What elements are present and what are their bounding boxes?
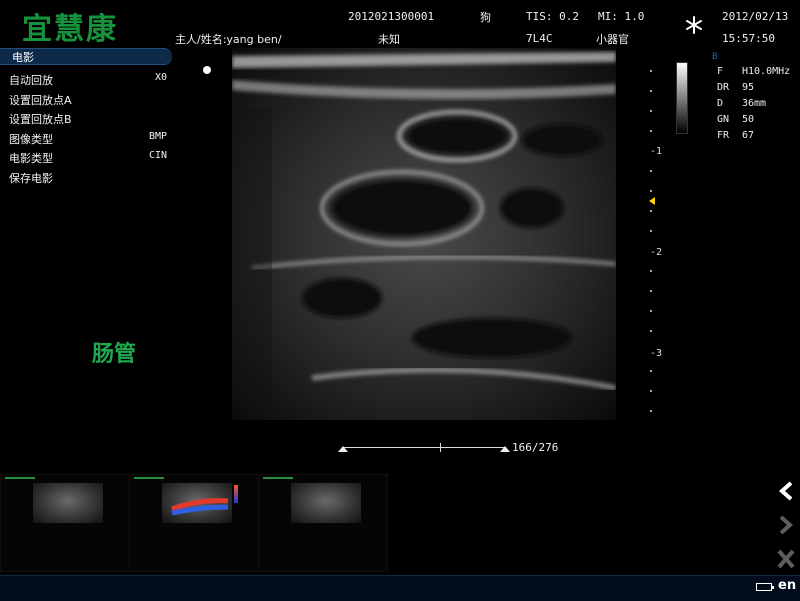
doppler-overlay — [171, 498, 229, 516]
cine-frame-counter: 166/276 — [512, 441, 559, 454]
menu-item-value: CIN — [148, 150, 167, 161]
menu-item-set-point-b[interactable]: 设置回放点B — [9, 111, 171, 131]
menu-item-label: 电影类型 — [9, 152, 53, 165]
thumbnail-header — [5, 477, 35, 479]
snowflake-icon[interactable] — [684, 15, 704, 35]
tis-readout: TIS: 0.2 — [526, 10, 579, 23]
menu-item-image-type[interactable]: 图像类型 BMP — [9, 131, 171, 151]
mode-label: B — [712, 52, 718, 62]
exam-preset[interactable]: 小器官 — [596, 31, 629, 47]
close-icon[interactable] — [774, 548, 798, 575]
gender-label: 未知 — [378, 33, 400, 46]
param-value: H10.0MHz — [742, 66, 791, 77]
mi-readout: MI: 1.0 — [598, 10, 645, 23]
param-key: DR — [717, 82, 730, 93]
param-key: GN — [717, 114, 730, 125]
thumbnail-image[interactable] — [0, 474, 130, 572]
organ-label: 肠管 — [92, 342, 137, 367]
thumbnail-scan — [33, 483, 103, 523]
brand-logo: 宜慧康 — [22, 12, 118, 47]
thumbnail-strip — [0, 474, 388, 572]
menu-item-auto-replay[interactable]: 自动回放 X0 — [9, 72, 171, 92]
cine-menu-title: 电影 — [0, 48, 172, 65]
exam-time: 15:57:50 — [722, 32, 775, 45]
species-label: 狗 — [480, 11, 491, 24]
param-value: 50 — [742, 114, 755, 125]
menu-item-label: 设置回放点B — [9, 113, 72, 126]
param-value: 67 — [742, 130, 755, 141]
depth-label: -1 — [650, 146, 663, 157]
menu-item-value: BMP — [148, 131, 167, 142]
probe-label: 7L4C — [526, 32, 553, 45]
param-key: D — [717, 98, 724, 109]
param-key: FR — [717, 130, 730, 141]
thumbnail-image[interactable] — [258, 474, 388, 572]
thumbnail-scan — [291, 483, 361, 523]
depth-label: -3 — [650, 348, 663, 359]
thumbnail-header — [134, 477, 164, 479]
battery-icon — [756, 583, 774, 591]
menu-item-label: 设置回放点A — [9, 94, 72, 107]
cine-position-handle[interactable] — [440, 443, 441, 452]
menu-item-value: X0 — [154, 72, 167, 83]
owner-name: 主人/姓名:yang ben/ — [175, 33, 282, 46]
param-value: 36mm — [742, 98, 767, 109]
header-bar — [0, 0, 800, 46]
param-value: 95 — [742, 82, 755, 93]
thumbnail-header — [263, 477, 293, 479]
param-key: F — [717, 66, 724, 77]
cine-end-marker[interactable] — [500, 446, 510, 452]
status-bar — [0, 575, 800, 601]
color-scale-bar — [234, 485, 238, 503]
menu-item-set-point-a[interactable]: 设置回放点A — [9, 92, 171, 112]
cine-start-marker[interactable] — [338, 446, 348, 452]
chevron-right-icon[interactable] — [774, 514, 798, 541]
depth-scale — [646, 50, 656, 420]
depth-label: -2 — [650, 247, 663, 258]
ultrasound-image[interactable] — [232, 48, 616, 420]
menu-item-label: 保存电影 — [9, 172, 53, 185]
grayscale-bar — [676, 62, 688, 134]
language-indicator[interactable]: en — [778, 578, 796, 593]
menu-item-cine-type[interactable]: 电影类型 CIN — [9, 150, 171, 170]
menu-item-label: 自动回放 — [9, 74, 53, 87]
exam-date: 2012/02/13 — [722, 10, 789, 23]
menu-item-label: 图像类型 — [9, 133, 53, 146]
thumbnail-image[interactable] — [129, 474, 259, 572]
focus-marker[interactable] — [649, 197, 655, 205]
patient-id: 2012021300001 — [348, 10, 435, 23]
menu-item-save-cine[interactable]: 保存电影 — [9, 170, 171, 190]
chevron-left-icon[interactable] — [774, 480, 798, 507]
cursor-dot — [203, 66, 211, 74]
cine-slider-track[interactable] — [342, 447, 506, 448]
